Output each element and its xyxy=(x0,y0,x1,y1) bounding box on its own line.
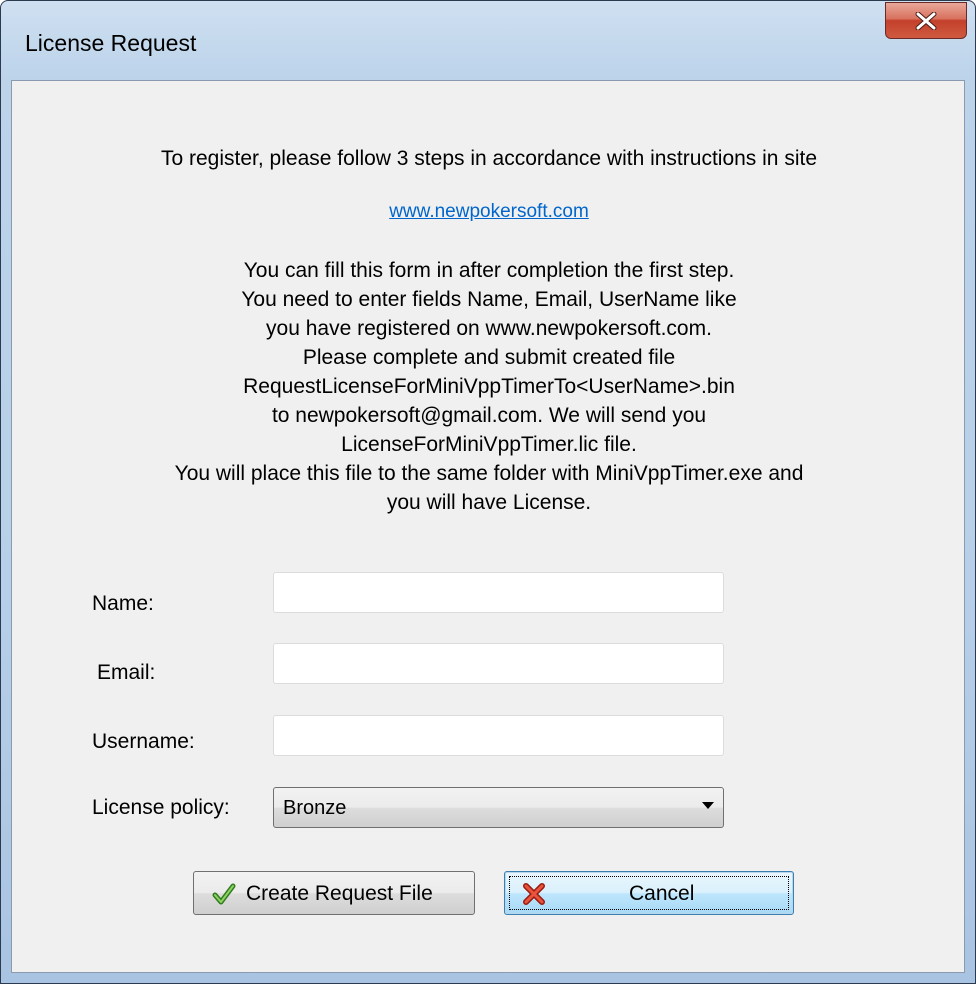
instruction-line-8: You will place this file to the same fol… xyxy=(174,462,804,485)
username-label: Username: xyxy=(92,730,195,753)
license-policy-select[interactable]: Bronze xyxy=(273,787,724,828)
instruction-line-2: You need to enter fields Name, Email, Us… xyxy=(241,288,737,311)
instruction-line-7: LicenseForMiniVppTimer.lic file. xyxy=(341,433,637,456)
dialog-client-area: To register, please follow 3 steps in ac… xyxy=(11,80,965,973)
intro-text: To register, please follow 3 steps in ac… xyxy=(161,147,817,170)
instruction-line-6: to newpokersoft@gmail.com. We will send … xyxy=(271,404,707,427)
close-icon xyxy=(915,11,937,30)
instruction-line-1: You can fill this form in after completi… xyxy=(243,259,735,282)
window-title: License Request xyxy=(25,30,197,56)
site-link[interactable]: www.newpokersoft.com xyxy=(389,201,589,222)
cancel-label: Cancel xyxy=(629,882,695,905)
create-request-file-label: Create Request File xyxy=(246,882,433,905)
close-button[interactable] xyxy=(885,2,967,39)
instruction-line-3: you have registered on www.newpokersoft.… xyxy=(266,317,712,340)
name-label: Name: xyxy=(92,592,154,615)
instruction-line-4: Please complete and submit created file xyxy=(302,346,676,369)
email-input[interactable] xyxy=(273,643,724,684)
license-request-window: License Request To register, please foll… xyxy=(0,0,976,984)
create-request-file-button[interactable]: Create Request File xyxy=(193,871,475,915)
license-policy-label: License policy: xyxy=(92,796,230,819)
checkmark-icon xyxy=(212,883,236,905)
email-label: Email: xyxy=(97,661,156,684)
cancel-button[interactable]: Cancel xyxy=(504,871,794,915)
instruction-line-5: RequestLicenseForMiniVppTimerTo<UserName… xyxy=(243,375,735,398)
instruction-line-9: you will have License. xyxy=(386,491,592,514)
username-input[interactable] xyxy=(273,715,724,756)
title-bar[interactable]: License Request xyxy=(1,1,975,79)
cross-icon xyxy=(523,883,545,905)
site-link-row: www.newpokersoft.com xyxy=(12,200,966,224)
chevron-down-icon[interactable] xyxy=(702,802,714,809)
license-policy-value: Bronze xyxy=(283,797,347,819)
name-input[interactable] xyxy=(273,572,724,613)
